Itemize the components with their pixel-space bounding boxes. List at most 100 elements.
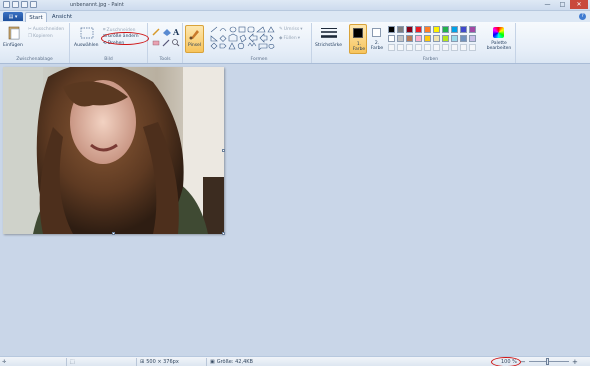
stroke-size-button[interactable]: Strichstärke: [312, 23, 346, 63]
empty-color-swatch[interactable]: [397, 44, 404, 51]
chevron-down-icon: ▾: [300, 27, 303, 32]
copy-icon: ❐: [28, 34, 33, 39]
color-swatch[interactable]: [451, 26, 458, 33]
group-label-image: Bild: [104, 57, 113, 62]
empty-color-swatch[interactable]: [433, 44, 440, 51]
empty-color-swatch[interactable]: [469, 44, 476, 51]
cut-button[interactable]: ✂ Ausschneiden: [28, 27, 64, 32]
color-swatch[interactable]: [415, 26, 422, 33]
undo-icon[interactable]: [21, 1, 28, 8]
group-label-colors: Farben: [422, 57, 439, 62]
paint-app-icon[interactable]: [3, 1, 10, 8]
color-swatch[interactable]: [460, 35, 467, 42]
outline-label: Umriss: [283, 27, 300, 32]
empty-color-swatch[interactable]: [388, 44, 395, 51]
shapes-gallery[interactable]: [209, 26, 275, 50]
color-swatch[interactable]: [451, 35, 458, 42]
resize-handle-bottom[interactable]: [112, 232, 115, 235]
color1-swatch: [353, 28, 363, 38]
group-shapes: ✎ Umriss ▾ ◆ Füllen ▾ Formen: [207, 23, 312, 63]
paste-button[interactable]: Einfügen: [3, 43, 23, 48]
edit-colors-button[interactable]: Palette bearbeiten: [484, 25, 514, 55]
resize-handle-right[interactable]: [222, 149, 225, 152]
file-size: ▣ Größe: 42,4KB: [210, 358, 253, 366]
file-menu-button[interactable]: ▤ ▾: [3, 12, 23, 21]
quick-access-toolbar: [3, 1, 37, 8]
status-bar: ✛ ⬚ ⊞ 500 × 376px ▣ Größe: 42,4KB 100 % …: [0, 356, 590, 366]
select-button[interactable]: Auswählen: [74, 43, 98, 48]
color-swatch[interactable]: [388, 26, 395, 33]
fill-label: Füllen: [283, 36, 297, 41]
empty-color-swatch[interactable]: [442, 44, 449, 51]
edit-colors-label: Palette bearbeiten: [486, 41, 512, 51]
status-separator: [136, 358, 137, 366]
color-swatch[interactable]: [406, 35, 413, 42]
help-icon[interactable]: ?: [579, 13, 586, 20]
outline-icon: ✎: [279, 27, 283, 32]
brushes-button[interactable]: Pinsel: [183, 23, 206, 63]
brush-icon: [189, 30, 199, 40]
fill-icon: [163, 29, 171, 36]
color-swatch[interactable]: [424, 35, 431, 42]
empty-color-swatch[interactable]: [406, 44, 413, 51]
color-swatch[interactable]: [442, 26, 449, 33]
image-canvas[interactable]: [3, 67, 224, 234]
color-swatch[interactable]: [460, 26, 467, 33]
resize-handle-corner[interactable]: [222, 232, 225, 235]
fill-dropdown[interactable]: ◆ Füllen ▾: [279, 36, 300, 41]
empty-color-swatch[interactable]: [424, 44, 431, 51]
color-swatch[interactable]: [397, 35, 404, 42]
outline-dropdown[interactable]: ✎ Umriss ▾: [279, 27, 303, 32]
empty-color-swatch[interactable]: [460, 44, 467, 51]
close-button[interactable]: ✕: [570, 0, 588, 9]
selection-size: ⬚: [70, 358, 75, 366]
pencil-icon: [152, 28, 160, 36]
group-label-tools: Tools: [159, 57, 171, 62]
maximize-button[interactable]: □: [555, 0, 570, 9]
image-dimensions: ⊞ 500 × 376px: [140, 358, 179, 366]
color-swatch[interactable]: [388, 35, 395, 42]
disk-icon: ▣: [210, 359, 215, 365]
save-icon[interactable]: [12, 1, 19, 8]
redo-icon[interactable]: [30, 1, 37, 8]
selection-icon: ⬚: [70, 359, 75, 365]
color-swatch[interactable]: [433, 26, 440, 33]
color2-button[interactable]: 2. Farbe: [369, 24, 386, 54]
magnifier-icon: [172, 39, 180, 47]
status-separator: [66, 358, 67, 366]
tools-palette: A: [152, 27, 180, 47]
empty-color-swatch[interactable]: [451, 44, 458, 51]
color-swatch[interactable]: [442, 35, 449, 42]
color1-button[interactable]: 1. Farbe: [349, 24, 367, 54]
color-swatch[interactable]: [397, 26, 404, 33]
group-label-clipboard: Zwischenablage: [16, 57, 53, 62]
paste-icon[interactable]: [7, 26, 21, 40]
empty-color-swatch[interactable]: [415, 44, 422, 51]
dimensions-text: 500 × 376px: [146, 359, 179, 365]
scissors-icon: ✂: [28, 27, 32, 32]
fill-bucket-icon: ◆: [279, 36, 283, 41]
copy-button[interactable]: ❐ Kopieren: [28, 34, 53, 39]
title-bar: unbenannt.jpg - Paint — □ ✕: [0, 0, 590, 11]
cursor-position: ✛: [2, 358, 6, 366]
zoom-slider-track[interactable]: [529, 361, 569, 362]
canvas-area[interactable]: [0, 64, 590, 356]
color-swatch[interactable]: [424, 26, 431, 33]
zoom-slider-thumb[interactable]: [546, 358, 549, 365]
status-separator: [206, 358, 207, 366]
select-icon[interactable]: [80, 27, 94, 39]
minimize-button[interactable]: —: [540, 0, 555, 9]
color-swatch[interactable]: [469, 26, 476, 33]
color-wheel-icon: [493, 27, 504, 38]
color-swatch[interactable]: [406, 26, 413, 33]
stroke-width-icon: [321, 28, 337, 38]
color-swatch[interactable]: [469, 35, 476, 42]
tab-start[interactable]: Start: [25, 12, 47, 22]
copy-label: Kopieren: [33, 34, 53, 39]
stroke-size-label: Strichstärke: [315, 43, 342, 48]
zoom-in-button[interactable]: +: [572, 358, 578, 366]
color-swatch[interactable]: [433, 35, 440, 42]
tab-view[interactable]: Ansicht: [50, 12, 74, 22]
annotation-circle-zoom: [491, 357, 521, 366]
color-swatch[interactable]: [415, 35, 422, 42]
